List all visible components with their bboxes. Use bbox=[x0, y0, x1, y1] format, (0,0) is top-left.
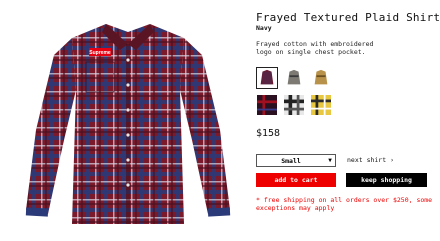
supreme-logo-text: Supreme bbox=[89, 50, 111, 56]
caret-down-icon: ▼ bbox=[328, 157, 332, 164]
swatch-red-black[interactable] bbox=[256, 94, 278, 116]
add-to-cart-label: add to cart bbox=[274, 176, 318, 184]
size-select-value: Small bbox=[281, 156, 301, 165]
size-select[interactable]: Small ▼ bbox=[256, 154, 336, 167]
swatch-yellow[interactable] bbox=[310, 94, 332, 116]
product-details: Frayed Textured Plaid Shirt Navy Frayed … bbox=[256, 0, 440, 241]
product-image: Supreme bbox=[14, 10, 242, 232]
keep-shopping-button[interactable]: keep shopping bbox=[346, 173, 427, 187]
swatch-white-black[interactable] bbox=[283, 94, 305, 116]
add-to-cart-button[interactable]: add to cart bbox=[256, 173, 336, 187]
next-shirt-label: next shirt bbox=[347, 156, 387, 164]
swatch-tan[interactable] bbox=[310, 67, 332, 89]
chevron-right-icon: › bbox=[390, 156, 394, 164]
swatch-navy[interactable] bbox=[256, 67, 278, 89]
product-description: Frayed cotton with embroidered logo on s… bbox=[256, 40, 374, 56]
product-price: $158 bbox=[256, 128, 281, 139]
product-color-name: Navy bbox=[256, 24, 272, 32]
swatch-grey[interactable] bbox=[283, 67, 305, 89]
keep-shopping-label: keep shopping bbox=[361, 176, 412, 184]
next-shirt-link[interactable]: next shirt › bbox=[347, 156, 394, 164]
shirt-illustration: Supreme bbox=[25, 24, 231, 224]
product-title: Frayed Textured Plaid Shirt bbox=[256, 11, 440, 24]
shipping-notice: * free shipping on all orders over $250,… bbox=[256, 196, 433, 212]
